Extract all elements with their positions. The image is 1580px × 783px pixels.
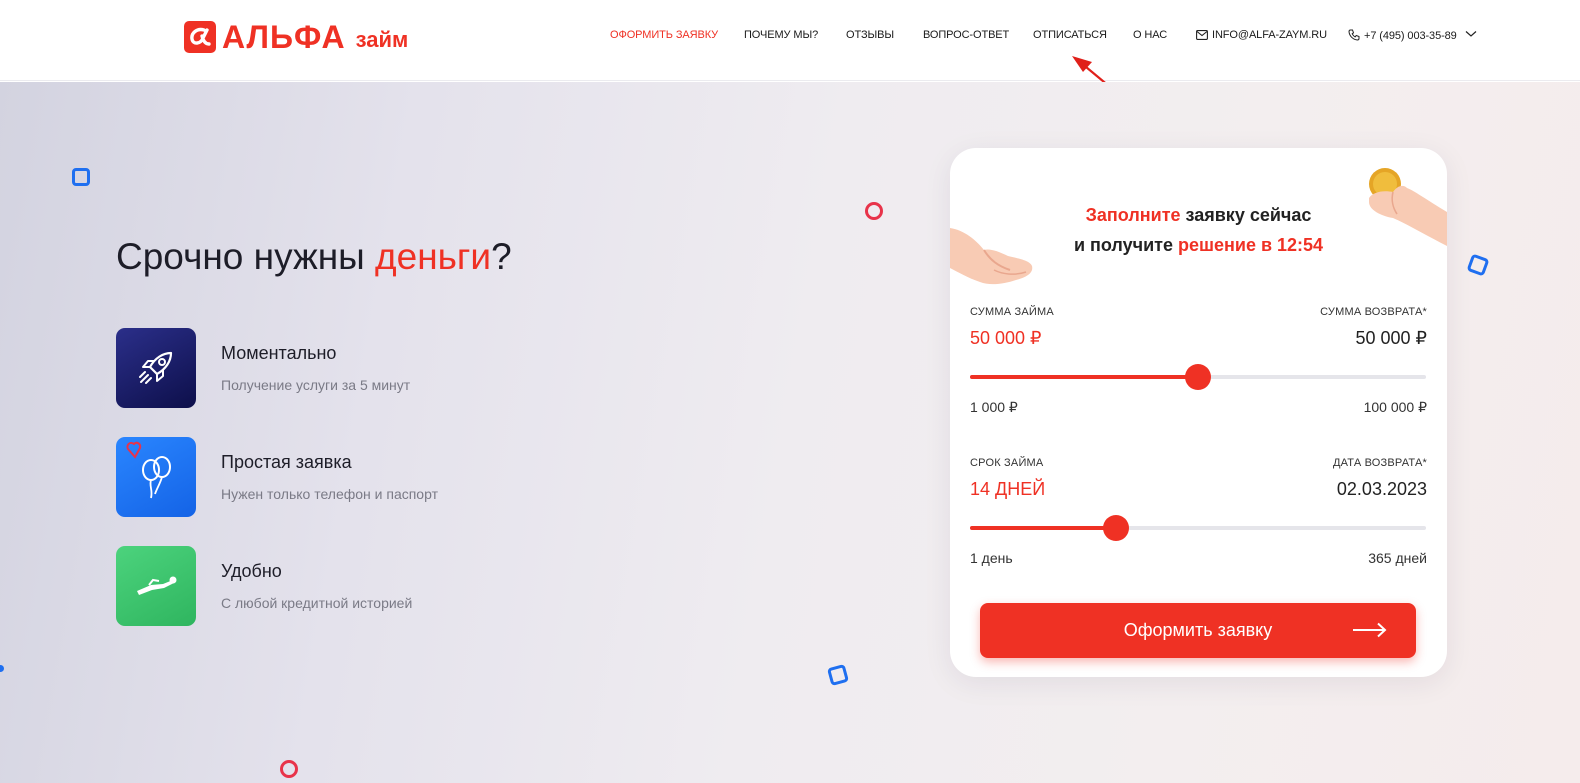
loan-amount-slider-fill xyxy=(970,375,1198,379)
feature-item-convenient: Удобно С любой кредитной историей xyxy=(116,546,536,626)
loan-amount-slider-handle[interactable] xyxy=(1185,364,1211,390)
hero-section: Срочно нужны деньги? Моментально Получен… xyxy=(0,82,1580,783)
brand-logo[interactable]: АЛЬФА займ xyxy=(184,20,408,54)
nav-item-faq[interactable]: ВОПРОС-ОТВЕТ xyxy=(923,29,1009,41)
loan-amount-label: СУММА ЗАЙМА xyxy=(970,306,1054,318)
mail-icon xyxy=(1196,30,1208,40)
loan-term-slider-fill xyxy=(970,526,1116,530)
nav-item-apply[interactable]: ОФОРМИТЬ ЗАЯВКУ xyxy=(610,29,718,41)
feature-description: Нужен только телефон и паспорт xyxy=(221,486,438,502)
blue-square-shape-icon xyxy=(826,663,850,687)
loan-amount-min: 1 000 ₽ xyxy=(970,399,1018,415)
site-header: АЛЬФА займ ОФОРМИТЬ ЗАЯВКУ ПОЧЕМУ МЫ? ОТ… xyxy=(0,0,1580,81)
arrow-right-icon xyxy=(1353,622,1387,638)
blue-square-shape-icon xyxy=(72,168,90,186)
nav-item-why-us[interactable]: ПОЧЕМУ МЫ? xyxy=(744,29,818,41)
return-date-value: 02.03.2023 xyxy=(1336,479,1427,499)
feature-title: Удобно xyxy=(221,561,282,581)
hero-title: Срочно нужны деньги? xyxy=(116,236,512,278)
heading-text: и получите xyxy=(1073,235,1178,255)
feature-title: Моментально xyxy=(221,343,337,363)
red-ring-shape-icon xyxy=(865,202,883,220)
calculator-heading: Заполните заявку сейчас и получите решен… xyxy=(950,200,1447,260)
loan-term-slider[interactable] xyxy=(970,515,1426,541)
decision-time-highlight: решение в 12:54 xyxy=(1177,235,1324,255)
nav-item-reviews[interactable]: ОТЗЫВЫ xyxy=(846,29,894,41)
brand-name: АЛЬФА xyxy=(222,19,346,55)
loan-term-min: 1 день xyxy=(970,550,1013,566)
loan-term-label: СРОК ЗАЙМА xyxy=(970,457,1044,469)
chevron-down-icon[interactable] xyxy=(1465,30,1477,38)
calculator-heading-line-2: и получите решение в 12:54 xyxy=(950,230,1447,260)
email-text: INFO@ALFA-ZAYM.RU xyxy=(1212,29,1327,41)
feature-item-simple-application: Простая заявка Нужен только телефон и па… xyxy=(116,437,536,517)
hero-title-suffix: ? xyxy=(491,236,512,277)
feature-description: С любой кредитной историей xyxy=(221,595,413,611)
feature-description: Получение услуги за 5 минут xyxy=(221,377,411,393)
blue-square-shape-icon xyxy=(1466,253,1490,277)
loan-amount-value: 50 000 ₽ xyxy=(970,328,1042,348)
return-date-label: ДАТА ВОЗВРАТА* xyxy=(1332,457,1427,469)
loan-calculator-card: Заполните заявку сейчас и получите решен… xyxy=(950,148,1447,677)
submit-application-button[interactable]: Оформить заявку xyxy=(980,603,1416,658)
calculator-heading-line-1: Заполните заявку сейчас xyxy=(950,200,1447,230)
phone-text: +7 (495) 003-35-89 xyxy=(1364,30,1457,42)
loan-amount-slider[interactable] xyxy=(970,364,1426,390)
nav-item-unsubscribe[interactable]: ОТПИСАТЬСЯ xyxy=(1033,29,1107,41)
heading-highlight: Заполните xyxy=(1085,205,1181,225)
flying-person-icon xyxy=(116,546,196,626)
return-amount-value: 50 000 ₽ xyxy=(1355,328,1427,348)
feature-title: Простая заявка xyxy=(221,452,352,472)
loan-term-slider-handle[interactable] xyxy=(1102,515,1129,541)
rocket-icon xyxy=(116,328,196,408)
email-link[interactable]: INFO@ALFA-ZAYM.RU xyxy=(1196,29,1327,41)
heart-outline-shape-icon xyxy=(126,441,142,459)
loan-amount-max: 100 000 ₽ xyxy=(1363,399,1427,415)
phone-icon xyxy=(1348,29,1360,41)
red-ring-shape-icon xyxy=(280,760,298,778)
blue-dot-shape-icon xyxy=(0,665,4,672)
feature-item-instant: Моментально Получение услуги за 5 минут xyxy=(116,328,536,408)
brand-suffix: займ xyxy=(355,27,409,52)
heading-text: заявку сейчас xyxy=(1180,205,1312,225)
hero-title-highlight: деньги xyxy=(375,236,492,277)
return-amount-label: СУММА ВОЗВРАТА* xyxy=(1320,306,1427,318)
phone-link[interactable]: +7 (495) 003-35-89 xyxy=(1348,29,1477,42)
loan-term-value: 14 ДНЕЙ xyxy=(970,479,1046,499)
nav-item-about[interactable]: О НАС xyxy=(1133,29,1167,41)
hero-title-prefix: Срочно нужны xyxy=(116,236,376,277)
submit-application-label: Оформить заявку xyxy=(1123,620,1273,640)
alfa-logo-icon xyxy=(184,21,216,53)
loan-term-max: 365 дней xyxy=(1368,550,1427,566)
